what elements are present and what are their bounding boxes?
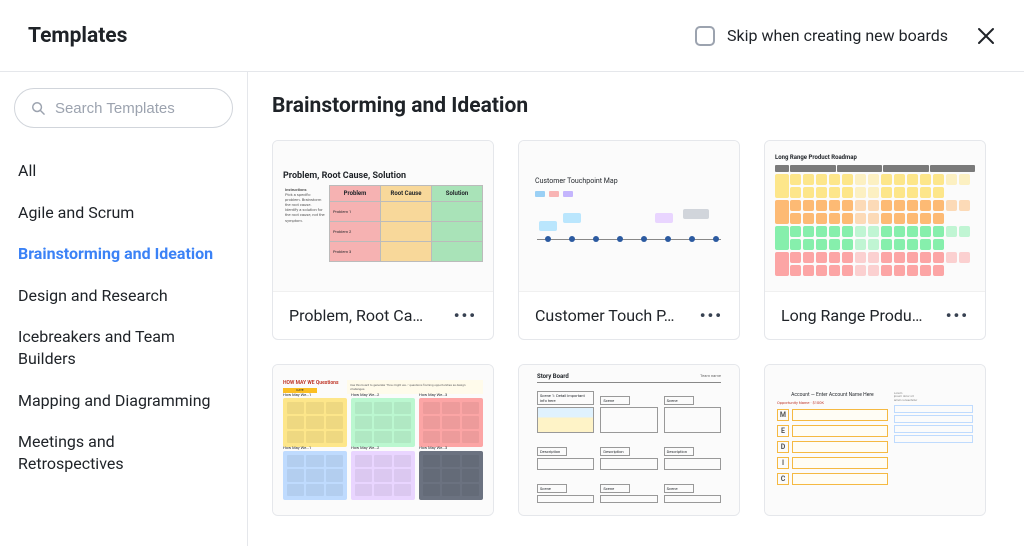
template-title: Long Range Produ… [781, 306, 922, 325]
dialog-body: All Agile and Scrum Brainstorming and Id… [0, 72, 1024, 546]
template-card-footer: Long Range Produ… ••• [765, 291, 985, 339]
thumb-title: Long Range Product Roadmap [775, 154, 975, 161]
category-item-all[interactable]: All [0, 150, 233, 192]
close-button[interactable] [976, 26, 996, 46]
template-thumbnail: Long Range Product Roadmap [765, 141, 985, 291]
template-grid: Problem, Root Cause, Solution Instructio… [272, 140, 986, 516]
template-thumbnail: HOW MAY WE Questions DATE Use this board… [273, 365, 493, 515]
page-title: Templates [28, 24, 127, 48]
category-item-icebreakers[interactable]: Icebreakers and Team Builders [0, 316, 233, 379]
template-card[interactable]: Problem, Root Cause, Solution Instructio… [272, 140, 494, 340]
category-item-meetings[interactable]: Meetings and Retrospectives [0, 421, 233, 484]
thumb-title: Problem, Root Cause, Solution [283, 171, 483, 181]
template-card[interactable]: Story BoardTeam name Scene 1: Detail imp… [518, 364, 740, 516]
category-list[interactable]: All Agile and Scrum Brainstorming and Id… [0, 144, 247, 546]
template-thumbnail: Customer Touchpoint Map [519, 141, 739, 291]
search-icon [31, 100, 45, 116]
template-card-footer: Problem, Root Ca… ••• [273, 291, 493, 339]
category-item-mapping[interactable]: Mapping and Diagramming [0, 380, 233, 422]
template-card[interactable]: Long Range Product Roadmap Long Range Pr… [764, 140, 986, 340]
header-actions: Skip when creating new boards [695, 26, 996, 46]
category-item-design-research[interactable]: Design and Research [0, 275, 233, 317]
sidebar: All Agile and Scrum Brainstorming and Id… [0, 72, 248, 546]
template-title: Customer Touch P… [535, 306, 674, 325]
template-thumbnail: Account — Enter Account Name Here Opport… [765, 365, 985, 515]
close-icon [977, 27, 995, 45]
template-menu-button[interactable]: ••• [946, 306, 969, 325]
search-box[interactable] [14, 88, 233, 128]
dialog-header: Templates Skip when creating new boards [0, 0, 1024, 72]
thumb-title: Customer Touchpoint Map [535, 177, 723, 185]
template-card[interactable]: HOW MAY WE Questions DATE Use this board… [272, 364, 494, 516]
template-title: Problem, Root Ca… [289, 306, 423, 325]
template-menu-button[interactable]: ••• [700, 306, 723, 325]
skip-checkbox-group[interactable]: Skip when creating new boards [695, 26, 948, 46]
template-menu-button[interactable]: ••• [454, 306, 477, 325]
category-item-agile-scrum[interactable]: Agile and Scrum [0, 192, 233, 234]
section-title: Brainstorming and Ideation [272, 94, 986, 118]
category-item-brainstorming[interactable]: Brainstorming and Ideation [0, 233, 233, 275]
template-thumbnail: Story BoardTeam name Scene 1: Detail imp… [519, 365, 739, 515]
templates-main[interactable]: Brainstorming and Ideation Problem, Root… [248, 72, 1024, 546]
template-card[interactable]: Customer Touchpoint Map [518, 140, 740, 340]
template-thumbnail: Problem, Root Cause, Solution Instructio… [273, 141, 493, 291]
skip-checkbox[interactable] [695, 26, 715, 46]
search-wrap [0, 72, 247, 144]
search-input[interactable] [55, 100, 216, 117]
template-card-footer: Customer Touch P… ••• [519, 291, 739, 339]
skip-checkbox-label: Skip when creating new boards [727, 26, 948, 45]
template-card[interactable]: Account — Enter Account Name Here Opport… [764, 364, 986, 516]
